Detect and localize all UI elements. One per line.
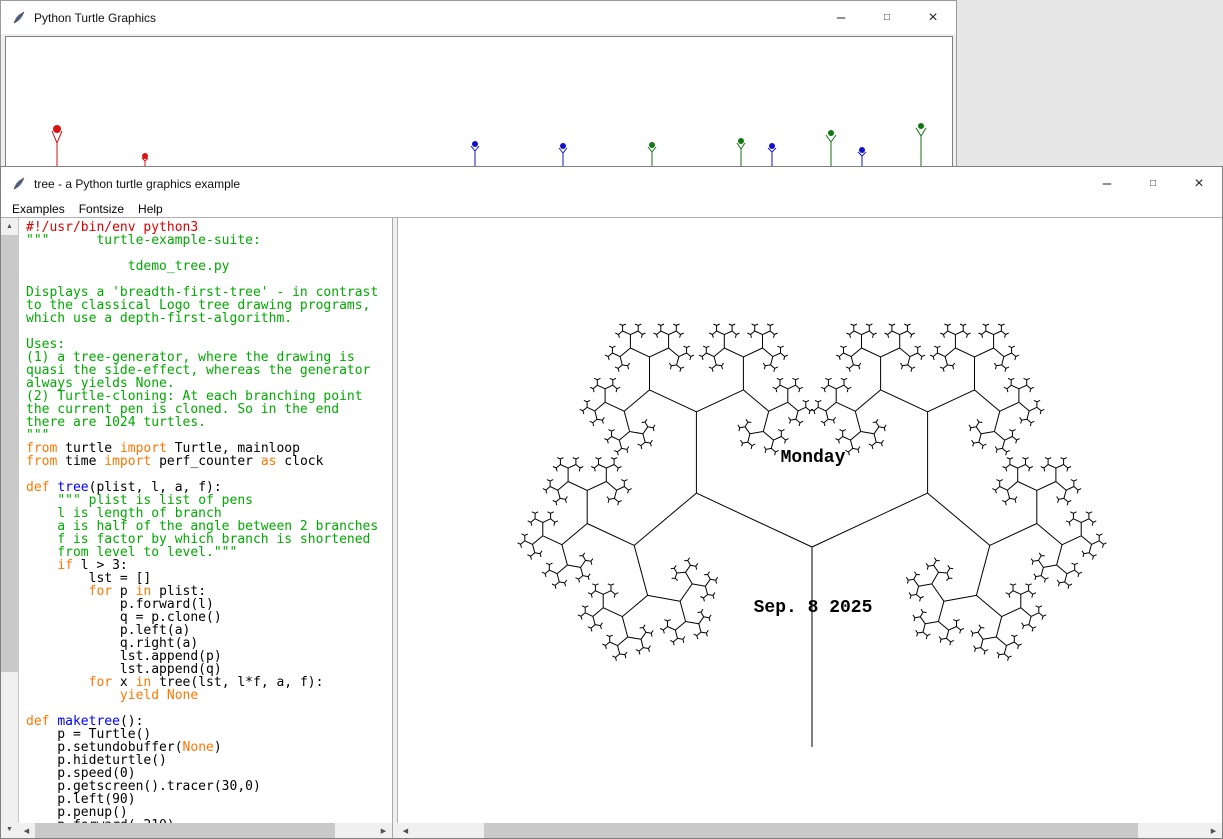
- code-text: #!/usr/bin/env python3""" turtle-example…: [26, 221, 392, 823]
- code-line: from time import perf_counter as clock: [26, 455, 392, 468]
- scrollbar-thumb[interactable]: [484, 823, 1138, 838]
- menubar: Examples Fontsize Help: [1, 200, 1222, 217]
- code-line: [26, 325, 392, 338]
- minimize-button[interactable]: –: [1084, 167, 1130, 200]
- menu-fontsize[interactable]: Fontsize: [72, 202, 131, 216]
- code-line: """ turtle-example-suite:: [26, 234, 392, 247]
- minimize-button[interactable]: –: [818, 1, 864, 34]
- scroll-down-icon[interactable]: ▼: [1, 822, 18, 837]
- code-line: there are 1024 turtles.: [26, 416, 392, 429]
- code-horizontal-scrollbar[interactable]: ◀ ▶: [18, 823, 392, 838]
- code-editor[interactable]: #!/usr/bin/env python3""" turtle-example…: [18, 218, 392, 823]
- menu-examples[interactable]: Examples: [5, 202, 72, 216]
- front-caption-buttons: – □ ×: [1084, 167, 1222, 200]
- front-window-tree-example: tree - a Python turtle graphics example …: [0, 166, 1223, 839]
- turtle-figure: [826, 130, 836, 170]
- content-area: ▲ ▼ #!/usr/bin/env python3""" turtle-exa…: [1, 217, 1222, 838]
- canvas-horizontal-scrollbar[interactable]: ◀ ▶: [397, 823, 1222, 838]
- turtle-app-icon: [11, 176, 27, 192]
- code-line: which use a depth-first-algorithm.: [26, 312, 392, 325]
- close-button[interactable]: ×: [1176, 167, 1222, 200]
- scroll-right-icon[interactable]: ▶: [1205, 823, 1222, 838]
- code-line: yield None: [26, 689, 392, 702]
- scroll-right-icon[interactable]: ▶: [375, 823, 392, 838]
- turtle-figure: [52, 125, 62, 170]
- maximize-button[interactable]: □: [1130, 167, 1176, 200]
- code-vertical-scrollbar[interactable]: ▲ ▼: [1, 218, 18, 838]
- turtle-figure: [916, 123, 926, 170]
- front-titlebar[interactable]: tree - a Python turtle graphics example …: [1, 167, 1222, 200]
- code-line: tdemo_tree.py: [26, 260, 392, 273]
- canvas-text: Sep. 8 2025: [754, 598, 873, 618]
- fractal-tree-drawing: [398, 218, 1222, 823]
- menu-help[interactable]: Help: [131, 202, 170, 216]
- back-titlebar[interactable]: Python Turtle Graphics – □ ×: [1, 1, 956, 34]
- back-window-title: Python Turtle Graphics: [34, 11, 156, 25]
- close-button[interactable]: ×: [910, 1, 956, 34]
- turtle-app-icon: [11, 10, 27, 26]
- scrollbar-thumb[interactable]: [1, 235, 18, 672]
- canvas-text: Monday: [781, 448, 846, 468]
- scroll-left-icon[interactable]: ◀: [18, 823, 35, 838]
- scroll-left-icon[interactable]: ◀: [397, 823, 414, 838]
- fractal-tree-path: [518, 324, 1107, 747]
- scroll-up-icon[interactable]: ▲: [1, 219, 18, 234]
- front-window-title: tree - a Python turtle graphics example: [34, 177, 240, 191]
- turtle-drawing-canvas: Monday Sep. 8 2025: [397, 218, 1222, 823]
- maximize-button[interactable]: □: [864, 1, 910, 34]
- scrollbar-thumb[interactable]: [35, 823, 335, 838]
- back-caption-buttons: – □ ×: [818, 1, 956, 34]
